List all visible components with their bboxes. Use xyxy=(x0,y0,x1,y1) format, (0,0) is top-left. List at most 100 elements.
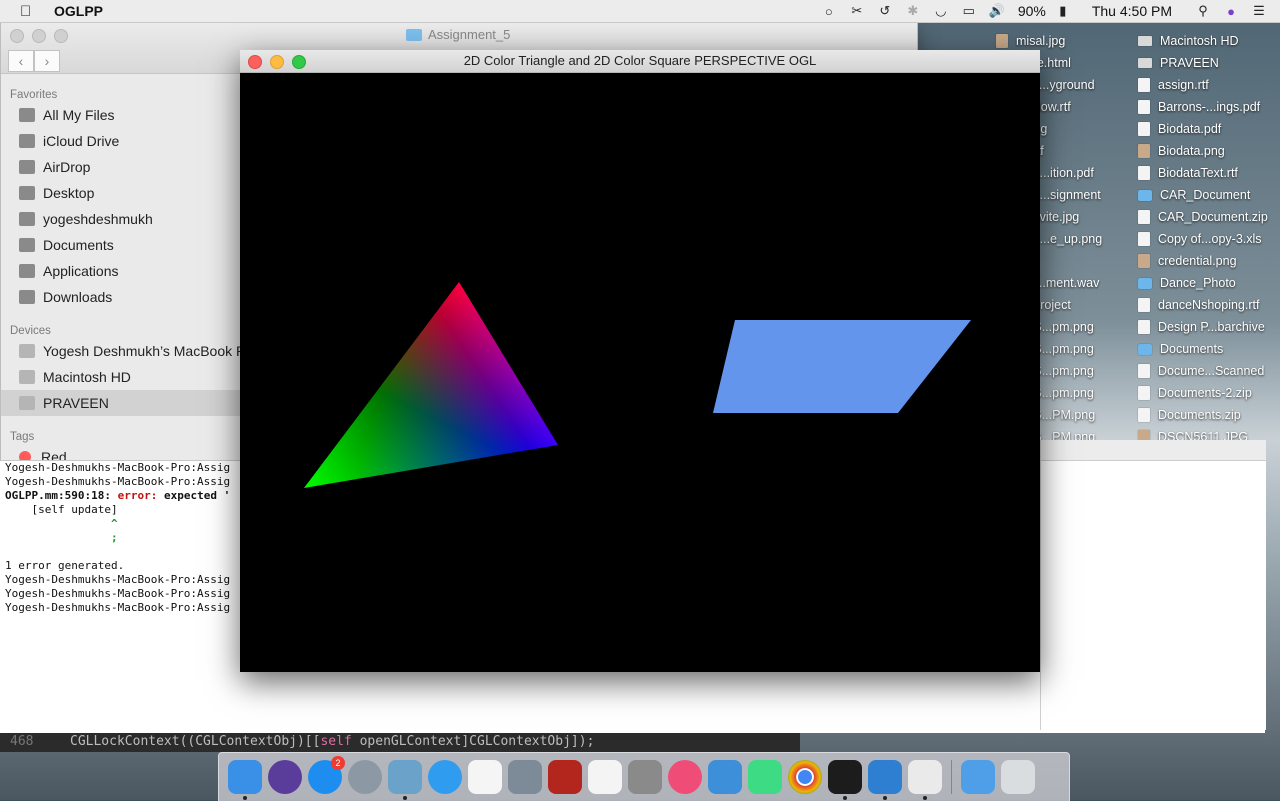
forward-button[interactable]: › xyxy=(34,50,60,72)
safari-icon[interactable] xyxy=(428,760,462,794)
desktop-file-item[interactable]: misal.jpg xyxy=(996,30,1102,52)
spotlight-icon[interactable]: ⚲ xyxy=(1192,0,1214,22)
sidebar-item-label: PRAVEEN xyxy=(43,395,109,411)
sidebar-item-all-my-files[interactable]: All My Files xyxy=(1,102,251,128)
sidebar-item-airdrop[interactable]: AirDrop xyxy=(1,154,251,180)
folder-icon xyxy=(406,28,422,41)
sidebar-item-applications[interactable]: Applications xyxy=(1,258,251,284)
close-button[interactable] xyxy=(10,29,24,43)
finder-title: Assignment_5 xyxy=(406,27,510,42)
desktop-file-item[interactable]: Biodata.pdf xyxy=(1138,118,1268,140)
desktop-file-item[interactable]: Macintosh HD xyxy=(1138,30,1268,52)
sidebar-item-icloud-drive[interactable]: iCloud Drive xyxy=(1,128,251,154)
siri-icon[interactable]: ● xyxy=(1220,0,1242,22)
desktop-file-label: PRAVEEN xyxy=(1160,56,1219,70)
desktop-file-label: credential.png xyxy=(1158,254,1237,268)
airplay-icon[interactable]: ▭ xyxy=(958,0,980,22)
bluetooth-icon[interactable]: ✱ xyxy=(902,0,924,22)
sidebar-item-yogeshdeshmukh[interactable]: yogeshdeshmukh xyxy=(1,206,251,232)
photo-booth-icon[interactable] xyxy=(548,760,582,794)
file-icon xyxy=(1138,254,1150,268)
sidebar-item-desktop[interactable]: Desktop xyxy=(1,180,251,206)
launchpad-icon[interactable] xyxy=(348,760,382,794)
chrome-icon[interactable] xyxy=(788,760,822,794)
photos-icon[interactable] xyxy=(588,760,622,794)
file-icon xyxy=(1138,100,1150,114)
scissors-icon[interactable]: ✂ xyxy=(846,0,868,22)
desktop-file-label: CAR_Document xyxy=(1160,188,1251,202)
desktop-file-item[interactable]: Design P...barchive xyxy=(1138,316,1268,338)
sidebar-item-device[interactable]: PRAVEEN xyxy=(1,390,251,416)
desktop-file-item[interactable]: Docume...Scanned xyxy=(1138,360,1268,382)
desktop-file-label: danceNshoping.rtf xyxy=(1158,298,1260,312)
sidebar-item-device[interactable]: Macintosh HD xyxy=(1,364,251,390)
xcode-build-icon[interactable] xyxy=(868,760,902,800)
file-icon xyxy=(1138,364,1150,378)
xcode-icon[interactable] xyxy=(708,760,742,794)
file-icon xyxy=(1138,122,1150,136)
itunes-icon[interactable] xyxy=(668,760,702,794)
sidebar-item-icon xyxy=(19,108,35,122)
app-name-menu[interactable]: OGLPP xyxy=(54,3,103,19)
battery-icon[interactable]: ▮ xyxy=(1052,0,1074,22)
desktop-file-item[interactable]: CAR_Document.zip xyxy=(1138,206,1268,228)
desktop-file-label: Design P...barchive xyxy=(1158,320,1265,334)
sidebar-item-documents[interactable]: Documents xyxy=(1,232,251,258)
siri-icon[interactable] xyxy=(268,760,302,794)
file-icon xyxy=(1138,58,1152,68)
desktop-file-item[interactable]: Documents-2.zip xyxy=(1138,382,1268,404)
dock-separator xyxy=(951,760,952,794)
trash-icon[interactable] xyxy=(1001,760,1035,794)
wifi-icon[interactable]: ◡ xyxy=(930,0,952,22)
calendar-grid-icon[interactable] xyxy=(468,760,502,794)
time-machine-icon[interactable]: ↺ xyxy=(874,0,896,22)
desktop-file-item[interactable]: danceNshoping.rtf xyxy=(1138,294,1268,316)
volume-icon[interactable]: 🔊 xyxy=(986,0,1008,22)
app-store-icon[interactable]: 2 xyxy=(308,756,345,794)
desktop-file-item[interactable]: assign.rtf xyxy=(1138,74,1268,96)
desktop-file-item[interactable]: PRAVEEN xyxy=(1138,52,1268,74)
terminal-icon[interactable] xyxy=(828,760,862,800)
sidebar-item-icon xyxy=(19,186,35,200)
sidebar-item-downloads[interactable]: Downloads xyxy=(1,284,251,310)
file-icon xyxy=(1138,298,1150,312)
airplay-audio-icon[interactable]: ○ xyxy=(818,0,840,22)
sidebar-item-label: yogeshdeshmukh xyxy=(43,211,153,227)
desktop-file-item[interactable]: Barrons-...ings.pdf xyxy=(1138,96,1268,118)
notification-center-icon[interactable]: ☰ xyxy=(1248,0,1270,22)
zoom-button[interactable] xyxy=(54,29,68,43)
battery-percent[interactable]: 90% xyxy=(1018,3,1046,19)
desktop-file-item[interactable]: credential.png xyxy=(1138,250,1268,272)
sidebar-item-icon xyxy=(19,212,35,226)
desktop-file-item[interactable]: Biodata.png xyxy=(1138,140,1268,162)
text-edit-icon[interactable] xyxy=(908,760,942,800)
desktop-file-item[interactable]: Documents xyxy=(1138,338,1268,360)
running-indicator xyxy=(243,796,247,800)
desktop-file-label: Documents xyxy=(1160,342,1224,356)
desktop-file-item[interactable]: Copy of...opy-3.xls xyxy=(1138,228,1268,250)
finder-icon[interactable] xyxy=(228,760,262,800)
minimize-button[interactable] xyxy=(32,29,46,43)
back-button[interactable]: ‹ xyxy=(8,50,34,72)
file-icon xyxy=(1138,36,1152,46)
sidebar-item-label: All My Files xyxy=(43,107,115,123)
android-studio-icon[interactable] xyxy=(748,760,782,794)
gl-titlebar[interactable]: 2D Color Triangle and 2D Color Square PE… xyxy=(240,50,1040,73)
sidebar-item-label: Documents xyxy=(43,237,114,253)
nav-buttons: ‹ › xyxy=(8,50,60,72)
favorites-header: Favorites xyxy=(10,89,58,101)
apple-icon[interactable]:  xyxy=(20,3,36,20)
triangle-blue-layer xyxy=(304,282,558,488)
preview-icon[interactable] xyxy=(388,760,422,800)
desktop-file-item[interactable]: BiodataText.rtf xyxy=(1138,162,1268,184)
opengl-window: 2D Color Triangle and 2D Color Square PE… xyxy=(240,50,1040,672)
clock[interactable]: Thu 4:50 PM xyxy=(1092,3,1172,19)
image-capture-icon[interactable] xyxy=(508,760,542,794)
sidebar-item-device[interactable]: Yogesh Deshmukh’s MacBook Pr xyxy=(1,338,251,364)
downloads-stack-icon[interactable] xyxy=(961,760,995,794)
gl-canvas xyxy=(304,282,971,488)
desktop-file-item[interactable]: CAR_Document xyxy=(1138,184,1268,206)
system-preferences-icon[interactable] xyxy=(628,760,662,794)
desktop-file-item[interactable]: Dance_Photo xyxy=(1138,272,1268,294)
desktop-file-item[interactable]: Documents.zip xyxy=(1138,404,1268,426)
